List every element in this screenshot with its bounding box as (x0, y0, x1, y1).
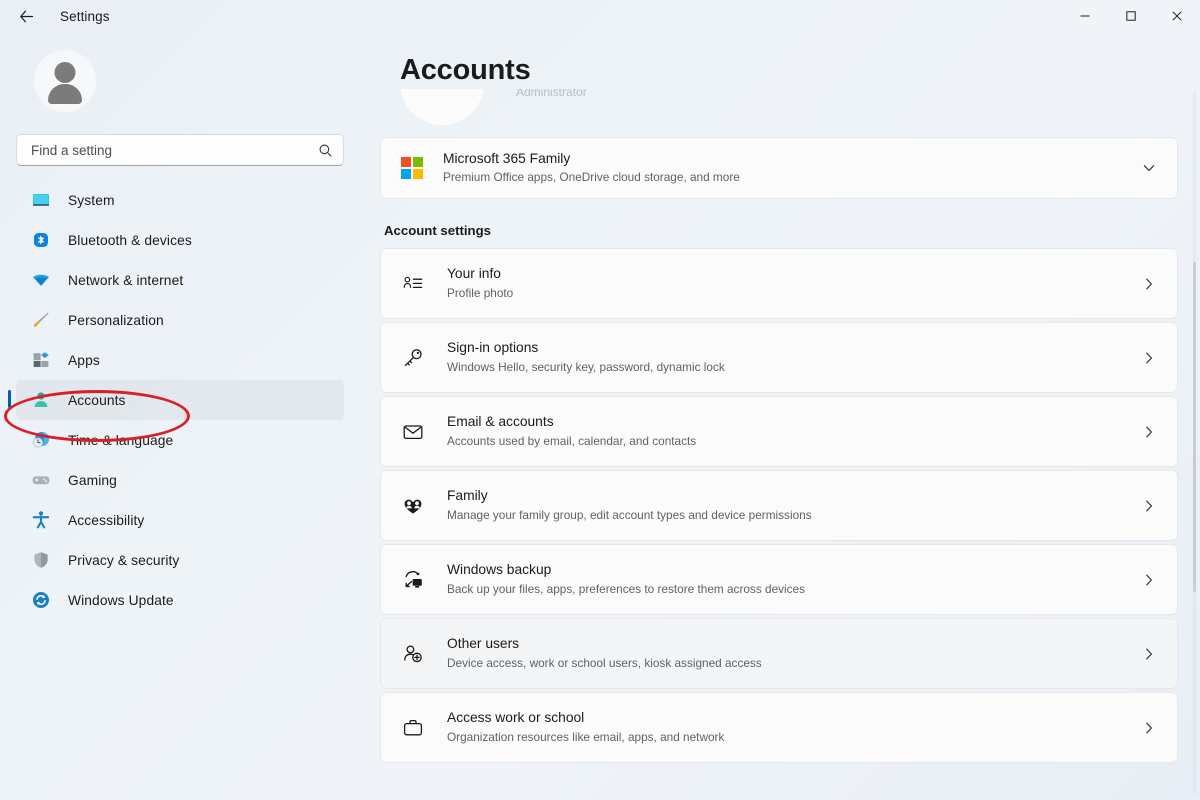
envelope-icon (401, 420, 425, 444)
microsoft-365-card[interactable]: Microsoft 365 Family Premium Office apps… (380, 137, 1178, 199)
settings-row-subtitle: Profile photo (447, 285, 514, 300)
chevron-right-icon[interactable] (1139, 276, 1159, 292)
user-avatar-icon (34, 50, 96, 112)
accessibility-icon (30, 509, 52, 531)
sidebar-item-gaming[interactable]: Gaming (16, 460, 344, 500)
settings-row-subtitle: Back up your files, apps, preferences to… (447, 581, 806, 596)
chevron-right-icon[interactable] (1139, 720, 1159, 736)
briefcase-icon (401, 716, 425, 740)
maximize-icon (1126, 11, 1136, 21)
sidebar-item-apps[interactable]: Apps (16, 340, 344, 380)
search-icon[interactable] (318, 143, 333, 158)
contact-card-icon (401, 272, 425, 296)
title-bar: Settings (0, 0, 1200, 32)
sidebar-item-label: Time & language (68, 432, 174, 448)
window-title: Settings (60, 8, 110, 24)
sidebar-nav: System Bluetooth & devices Network & int… (8, 180, 344, 620)
sidebar-item-bluetooth-devices[interactable]: Bluetooth & devices (16, 220, 344, 260)
sidebar-item-label: Apps (68, 352, 100, 368)
clock-globe-icon (30, 429, 52, 451)
sidebar-item-network-internet[interactable]: Network & internet (16, 260, 344, 300)
chevron-down-icon[interactable] (1139, 160, 1159, 176)
search-box[interactable] (16, 134, 344, 166)
microsoft-365-title: Microsoft 365 Family (443, 150, 571, 166)
profile-card-fragment[interactable]: Administrator (380, 89, 1178, 127)
sidebar: System Bluetooth & devices (0, 32, 360, 800)
settings-row-other-users[interactable]: Other users Device access, work or schoo… (380, 618, 1178, 689)
sidebar-item-label: Accounts (68, 392, 126, 408)
page-title: Accounts (400, 54, 531, 86)
main-content: Accounts Administrator Microsoft 365 Fam… (360, 32, 1200, 800)
sidebar-item-system[interactable]: System (16, 180, 344, 220)
sidebar-item-label: Personalization (68, 312, 164, 328)
search-input[interactable] (31, 142, 318, 158)
settings-row-subtitle: Windows Hello, security key, password, d… (447, 359, 725, 374)
back-arrow-icon (19, 10, 33, 22)
accounts-icon (30, 389, 52, 411)
monitor-icon (30, 189, 52, 211)
sidebar-item-label: System (68, 192, 115, 208)
apps-icon (30, 349, 52, 371)
settings-row-subtitle: Accounts used by email, calendar, and co… (447, 433, 697, 448)
gamepad-icon (30, 469, 52, 491)
sidebar-item-label: Windows Update (68, 592, 174, 608)
settings-row-title: Family (447, 488, 488, 504)
sidebar-item-accounts[interactable]: Accounts (8, 380, 344, 420)
chevron-right-icon[interactable] (1139, 424, 1159, 440)
settings-row-sign-in-options[interactable]: Sign-in options Windows Hello, security … (380, 322, 1178, 393)
sidebar-item-label: Bluetooth & devices (68, 232, 192, 248)
sidebar-item-label: Privacy & security (68, 552, 180, 568)
sidebar-item-privacy-security[interactable]: Privacy & security (16, 540, 344, 580)
scrollbar-thumb[interactable] (1193, 262, 1196, 592)
sidebar-item-windows-update[interactable]: Windows Update (16, 580, 344, 620)
settings-row-email-accounts[interactable]: Email & accounts Accounts used by email,… (380, 396, 1178, 467)
avatar[interactable] (34, 50, 344, 112)
window-controls (1062, 0, 1200, 32)
profile-avatar-icon (400, 89, 484, 125)
settings-row-windows-backup[interactable]: Windows backup Back up your files, apps,… (380, 544, 1178, 615)
settings-row-title: Sign-in options (447, 340, 539, 356)
settings-row-title: Access work or school (447, 710, 585, 726)
wifi-icon (30, 269, 52, 291)
settings-row-title: Windows backup (447, 562, 552, 578)
sidebar-item-personalization[interactable]: Personalization (16, 300, 344, 340)
chevron-right-icon[interactable] (1139, 572, 1159, 588)
settings-row-title: Other users (447, 636, 520, 652)
settings-row-family[interactable]: Family Manage your family group, edit ac… (380, 470, 1178, 541)
settings-row-subtitle: Organization resources like email, apps,… (447, 729, 725, 744)
settings-row-title: Email & accounts (447, 414, 554, 430)
chevron-right-icon[interactable] (1139, 646, 1159, 662)
minimize-icon (1080, 15, 1090, 17)
profile-subtitle: Administrator (516, 89, 587, 99)
sidebar-item-accessibility[interactable]: Accessibility (16, 500, 344, 540)
close-icon (1172, 11, 1182, 21)
back-button[interactable] (8, 2, 44, 30)
chevron-right-icon[interactable] (1139, 350, 1159, 366)
microsoft-logo-icon (401, 157, 423, 179)
settings-row-subtitle: Device access, work or school users, kio… (447, 655, 762, 670)
minimize-button[interactable] (1062, 0, 1108, 32)
sidebar-item-label: Accessibility (68, 512, 145, 528)
sidebar-item-label: Network & internet (68, 272, 184, 288)
backup-icon (401, 568, 425, 592)
sidebar-item-time-language[interactable]: Time & language (16, 420, 344, 460)
sidebar-item-label: Gaming (68, 472, 117, 488)
settings-row-title: Your info (447, 266, 501, 282)
close-button[interactable] (1154, 0, 1200, 32)
bluetooth-icon (30, 229, 52, 251)
settings-row-your-info[interactable]: Your info Profile photo (380, 248, 1178, 319)
shield-icon (30, 549, 52, 571)
section-title-account-settings: Account settings (384, 223, 491, 238)
chevron-right-icon[interactable] (1139, 498, 1159, 514)
paintbrush-icon (30, 309, 52, 331)
settings-row-access-work-or-school[interactable]: Access work or school Organization resou… (380, 692, 1178, 763)
update-icon (30, 589, 52, 611)
maximize-button[interactable] (1108, 0, 1154, 32)
settings-row-subtitle: Manage your family group, edit account t… (447, 507, 812, 522)
add-user-icon (401, 642, 425, 666)
family-heart-icon (401, 494, 425, 518)
key-icon (401, 346, 425, 370)
microsoft-365-subtitle: Premium Office apps, OneDrive cloud stor… (443, 170, 740, 185)
